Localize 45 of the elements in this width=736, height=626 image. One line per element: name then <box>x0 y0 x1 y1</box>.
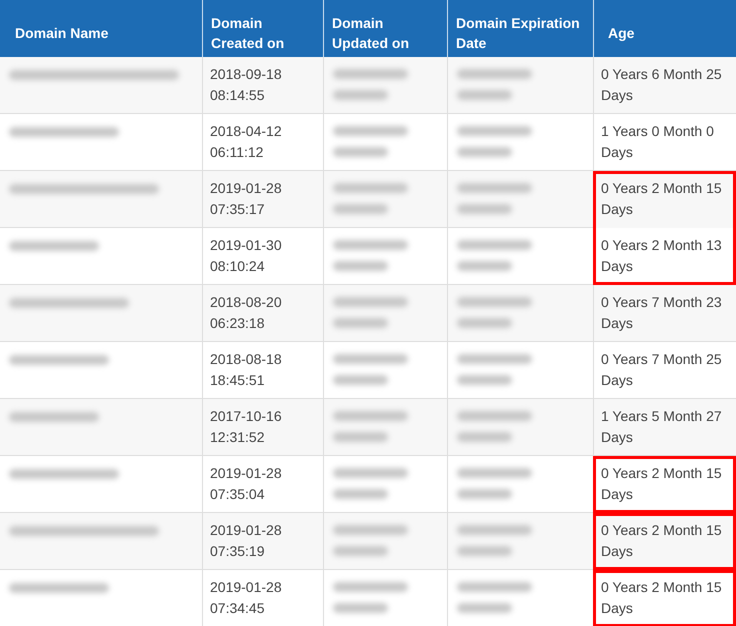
created-date: 2019-01-30 08:10:24 <box>210 236 283 276</box>
column-header: Domain Updated on <box>323 0 447 57</box>
created-date: 2019-01-28 07:35:04 <box>210 464 283 504</box>
redacted-text <box>457 147 512 157</box>
redacted-text <box>457 546 512 556</box>
redacted-text <box>457 90 512 100</box>
redacted-text <box>333 432 388 442</box>
redacted-text <box>333 147 388 157</box>
created-date: 2017-10-16 12:31:52 <box>210 407 283 447</box>
age-cell: 1 Years 5 Month 27 Days <box>593 399 736 456</box>
column-header: Domain Name <box>0 0 202 57</box>
column-header: Domain Expiration Date <box>447 0 593 57</box>
age-cell: 0 Years 2 Month 15 Days <box>593 456 736 513</box>
created-date: 2019-01-28 07:35:17 <box>210 179 283 219</box>
age-cell: 0 Years 6 Month 25 Days <box>593 57 736 114</box>
age-cell: 0 Years 2 Month 13 Days <box>593 228 736 285</box>
redacted-text <box>333 603 388 613</box>
redacted-text <box>333 204 388 214</box>
age-cell: 0 Years 7 Month 23 Days <box>593 285 736 342</box>
age-cell: 0 Years 2 Month 15 Days <box>593 570 736 626</box>
redacted-text <box>333 318 388 328</box>
created-date: 2018-04-12 06:11:12 <box>210 122 283 162</box>
redacted-text <box>333 489 388 499</box>
redacted-text <box>333 90 388 100</box>
created-date: 2019-01-28 07:35:19 <box>210 521 283 561</box>
redacted-text <box>457 432 512 442</box>
redacted-text <box>333 261 388 271</box>
column-header: Age <box>593 0 736 57</box>
redacted-text <box>457 204 512 214</box>
created-date: 2018-08-20 06:23:18 <box>210 293 283 333</box>
redacted-text <box>457 261 512 271</box>
created-date: 2018-08-18 18:45:51 <box>210 350 283 390</box>
redacted-text <box>457 489 512 499</box>
column-header: Domain Created on <box>202 0 323 57</box>
age-cell: 0 Years 2 Month 15 Days <box>593 513 736 570</box>
redacted-text <box>333 546 388 556</box>
redacted-text <box>457 603 512 613</box>
created-date: 2019-01-28 07:34:45 <box>210 578 283 618</box>
age-cell: 0 Years 7 Month 25 Days <box>593 342 736 399</box>
redacted-text <box>457 318 512 328</box>
redacted-text <box>457 375 512 385</box>
created-date: 2018-09-18 08:14:55 <box>210 65 283 105</box>
age-cell: 1 Years 0 Month 0 Days <box>593 114 736 171</box>
age-cell: 0 Years 2 Month 15 Days <box>593 171 736 228</box>
redacted-text <box>333 375 388 385</box>
